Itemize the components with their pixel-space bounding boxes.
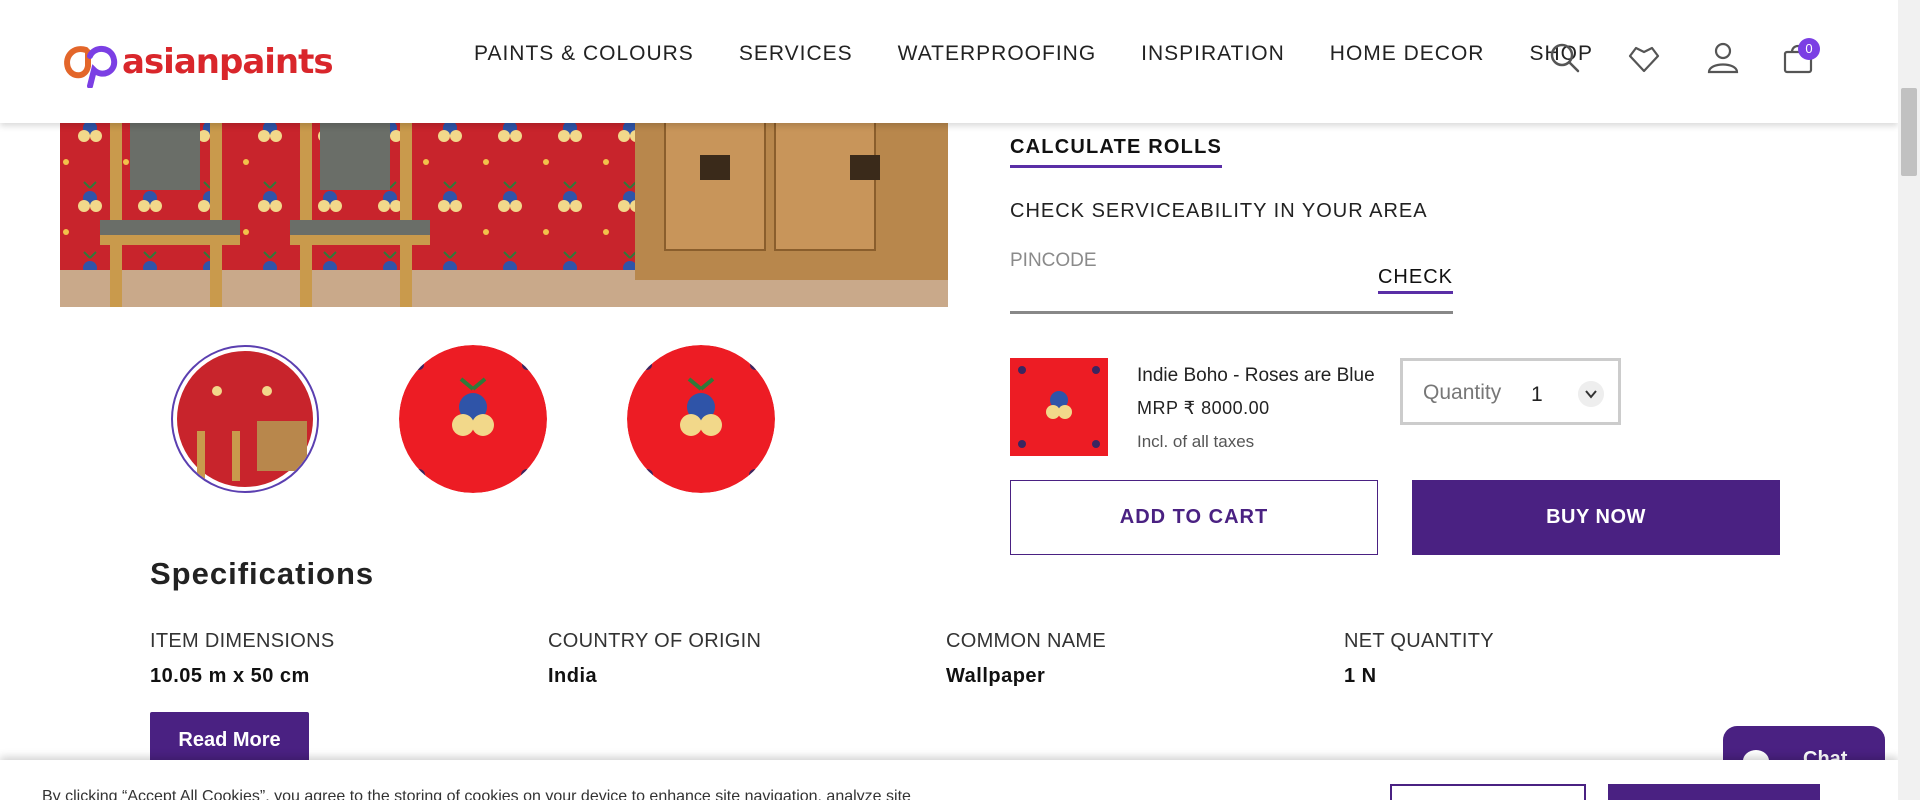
- cookie-consent-bar: By clicking “Accept All Cookies”, you ag…: [0, 760, 1898, 800]
- pincode-field-wrapper: CHECK: [1010, 244, 1453, 314]
- main-nav: PAINTS & COLOURS SERVICES WATERPROOFING …: [474, 42, 1638, 66]
- specifications-title: Specifications: [150, 556, 375, 591]
- product-page: asianpaints PAINTS & COLOURS SERVICES WA…: [0, 0, 1920, 800]
- floral-pattern-thumbnail: [627, 345, 775, 493]
- tax-note: Incl. of all taxes: [1137, 432, 1255, 451]
- add-to-cart-button[interactable]: ADD TO CART: [1010, 480, 1378, 555]
- serviceability-title: CHECK SERVICEABILITY IN YOUR AREA: [1010, 200, 1428, 222]
- check-pincode-button[interactable]: CHECK: [1377, 266, 1453, 294]
- site-header: asianpaints PAINTS & COLOURS SERVICES WA…: [0, 0, 1898, 123]
- spec-value: Wallpaper: [946, 665, 1046, 687]
- spec-label: ITEM DIMENSIONS: [150, 630, 335, 652]
- quantity-label: Quantity: [1423, 381, 1502, 404]
- nav-item-waterproofing[interactable]: WATERPROOFING: [898, 42, 1097, 66]
- gallery-thumbnail-1[interactable]: [171, 345, 319, 493]
- spec-label: COMMON NAME: [946, 630, 1106, 652]
- wallpaper-room-image: [60, 100, 948, 307]
- product-name: Indie Boho - Roses are Blue: [1137, 365, 1375, 386]
- spec-label: NET QUANTITY: [1344, 630, 1494, 652]
- brand-logo[interactable]: asianpaints: [60, 36, 334, 88]
- spec-value: 1 N: [1344, 665, 1377, 687]
- page-scrollbar[interactable]: [1898, 0, 1920, 800]
- spec-label: COUNTRY OF ORIGIN: [548, 630, 762, 652]
- scrollbar-thumb[interactable]: [1901, 88, 1917, 176]
- accept-cookies-button[interactable]: [1608, 784, 1820, 800]
- quantity-value: 1: [1531, 383, 1543, 406]
- search-icon[interactable]: [1545, 38, 1585, 78]
- brand-name: asianpaints: [122, 42, 334, 82]
- spec-common-name: COMMON NAME Wallpaper: [946, 630, 1326, 688]
- nav-item-services[interactable]: SERVICES: [739, 42, 853, 66]
- user-icon[interactable]: [1703, 38, 1743, 78]
- brand-logo-mark: [64, 46, 118, 88]
- chevron-down-icon: [1578, 381, 1604, 407]
- spec-value: India: [548, 665, 598, 687]
- pincode-input[interactable]: [1010, 244, 1370, 278]
- product-price: MRP ₹ 8000.00: [1137, 398, 1270, 418]
- cart-count-badge: 0: [1798, 38, 1820, 60]
- buy-now-button[interactable]: BUY NOW: [1412, 480, 1780, 555]
- quantity-selector[interactable]: Quantity 1: [1400, 358, 1621, 425]
- spec-item-dimensions: ITEM DIMENSIONS 10.05 m x 50 cm: [150, 630, 530, 688]
- cookie-text: By clicking “Accept All Cookies”, you ag…: [42, 788, 911, 800]
- nav-item-paints-colours[interactable]: PAINTS & COLOURS: [474, 42, 694, 66]
- spec-country-of-origin: COUNTRY OF ORIGIN India: [548, 630, 928, 688]
- floral-pattern-thumbnail: [399, 345, 547, 493]
- gallery-thumbnail-3[interactable]: [627, 345, 775, 493]
- cookie-settings-button[interactable]: [1390, 784, 1586, 800]
- gallery-thumbnail-2[interactable]: [399, 345, 547, 493]
- room-thumbnail: [177, 351, 313, 487]
- wallpaper-room-illustration: [60, 100, 948, 307]
- spec-net-quantity: NET QUANTITY 1 N: [1344, 630, 1724, 688]
- heart-icon[interactable]: [1624, 38, 1664, 78]
- spec-value: 10.05 m x 50 cm: [150, 665, 310, 687]
- product-swatch: [1010, 358, 1108, 456]
- floral-pattern-swatch: [1010, 358, 1108, 456]
- nav-item-inspiration[interactable]: INSPIRATION: [1141, 42, 1285, 66]
- nav-item-home-decor[interactable]: HOME DECOR: [1330, 42, 1485, 66]
- calculate-rolls-link[interactable]: CALCULATE ROLLS: [1010, 136, 1223, 168]
